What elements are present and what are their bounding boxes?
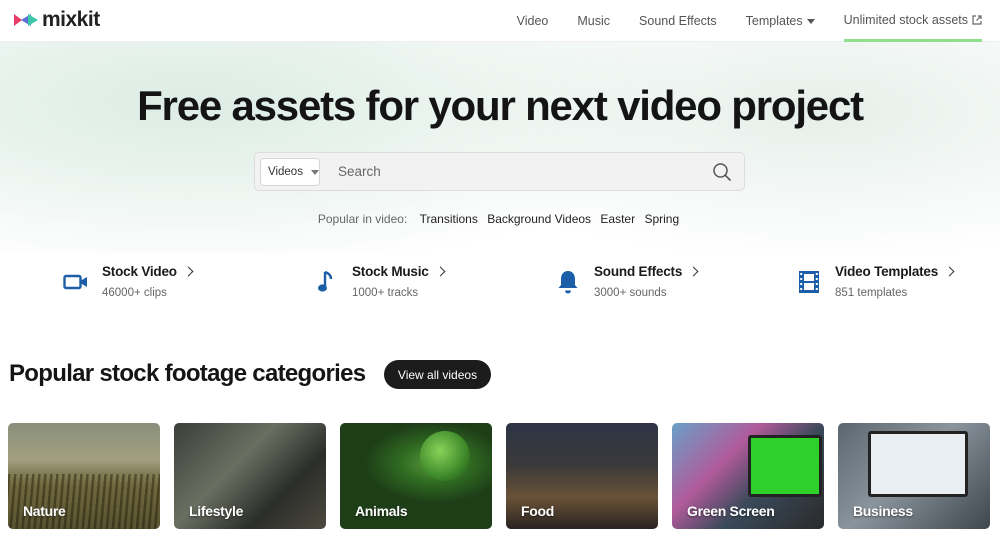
chevron-right-icon xyxy=(435,266,446,277)
green-screen-thumbnail-image xyxy=(748,435,822,497)
caret-down-icon xyxy=(310,169,319,175)
footage-card-label: Green Screen xyxy=(687,503,775,519)
nav-label: Music xyxy=(577,14,611,28)
category-subtitle: 46000+ clips xyxy=(102,287,167,299)
mixkit-logo[interactable]: mixkit xyxy=(14,8,100,32)
nature-thumbnail-image xyxy=(8,474,160,529)
footage-category-grid: Nature Lifestyle Animals Food Green Scre… xyxy=(8,423,990,529)
search-icon[interactable] xyxy=(712,162,732,182)
category-video-templates[interactable]: Video Templates 851 templates xyxy=(795,264,955,299)
popular-searches: Popular in video: Transitions Background… xyxy=(0,212,1000,226)
music-note-icon xyxy=(312,268,340,296)
category-stock-music[interactable]: Stock Music 1000+ tracks xyxy=(312,264,446,299)
popular-tag-background-videos[interactable]: Background Videos xyxy=(487,212,591,226)
category-title: Sound Effects xyxy=(594,264,683,279)
hero-title: Free assets for your next video project xyxy=(137,82,864,129)
footage-card-animals[interactable]: Animals xyxy=(340,423,492,529)
search-type-value: Videos xyxy=(268,166,303,178)
nav-item-unlimited-stock-assets[interactable]: Unlimited stock assets xyxy=(843,0,982,42)
nav-item-sound-effects[interactable]: Sound Effects xyxy=(639,0,717,42)
popular-tag-spring[interactable]: Spring xyxy=(644,212,679,226)
nav-item-video[interactable]: Video xyxy=(517,0,549,42)
logo-mark-icon xyxy=(14,12,38,28)
footage-card-label: Lifestyle xyxy=(189,503,244,519)
business-thumbnail-image xyxy=(868,431,968,497)
nav-label: Sound Effects xyxy=(639,14,717,28)
nav-label: Templates xyxy=(745,14,803,28)
popular-tag-easter[interactable]: Easter xyxy=(600,212,635,226)
nav-item-templates[interactable]: Templates xyxy=(746,0,815,42)
footage-card-business[interactable]: Business xyxy=(838,423,990,529)
search-input[interactable]: Search xyxy=(338,164,381,179)
footage-card-lifestyle[interactable]: Lifestyle xyxy=(174,423,326,529)
main-nav: Video Music Sound Effects Templates Unli… xyxy=(488,0,982,42)
category-stock-video[interactable]: Stock Video 46000+ clips xyxy=(62,264,194,299)
footage-card-food[interactable]: Food xyxy=(506,423,658,529)
nav-label: Video xyxy=(516,14,549,28)
chevron-right-icon xyxy=(944,266,955,277)
footage-section-title: Popular stock footage categories xyxy=(9,360,366,387)
footage-card-nature[interactable]: Nature xyxy=(8,423,160,529)
external-link-icon xyxy=(972,14,982,25)
caret-down-icon xyxy=(806,18,815,24)
category-subtitle: 851 templates xyxy=(835,287,908,299)
top-navigation-bar: mixkit Video Music Sound Effects Templat… xyxy=(0,0,1000,42)
category-title: Stock Music xyxy=(352,264,429,279)
footage-card-label: Nature xyxy=(23,503,66,519)
film-strip-icon xyxy=(795,268,823,296)
logo-text: mixkit xyxy=(42,8,100,31)
popular-label: Popular in video: xyxy=(317,212,408,226)
chevron-right-icon xyxy=(183,266,194,277)
footage-card-green-screen[interactable]: Green Screen xyxy=(672,423,824,529)
footage-card-label: Animals xyxy=(355,503,408,519)
search-bar: Videos Search xyxy=(254,152,745,191)
animals-thumbnail-image xyxy=(420,431,470,481)
view-all-videos-button[interactable]: View all videos xyxy=(384,360,491,389)
chevron-right-icon xyxy=(688,266,699,277)
search-type-select[interactable]: Videos xyxy=(260,158,320,186)
category-subtitle: 3000+ sounds xyxy=(594,287,667,299)
footage-card-label: Food xyxy=(521,503,555,519)
category-subtitle: 1000+ tracks xyxy=(352,287,419,299)
video-camera-icon xyxy=(62,268,90,296)
nav-item-music[interactable]: Music xyxy=(577,0,610,42)
category-title: Stock Video xyxy=(102,264,177,279)
nav-label: Unlimited stock assets xyxy=(843,12,968,27)
footage-card-label: Business xyxy=(853,503,913,519)
bell-icon xyxy=(554,268,582,296)
popular-tag-transitions[interactable]: Transitions xyxy=(420,212,478,226)
category-sound-effects[interactable]: Sound Effects 3000+ sounds xyxy=(554,264,699,299)
category-title: Video Templates xyxy=(835,264,939,279)
